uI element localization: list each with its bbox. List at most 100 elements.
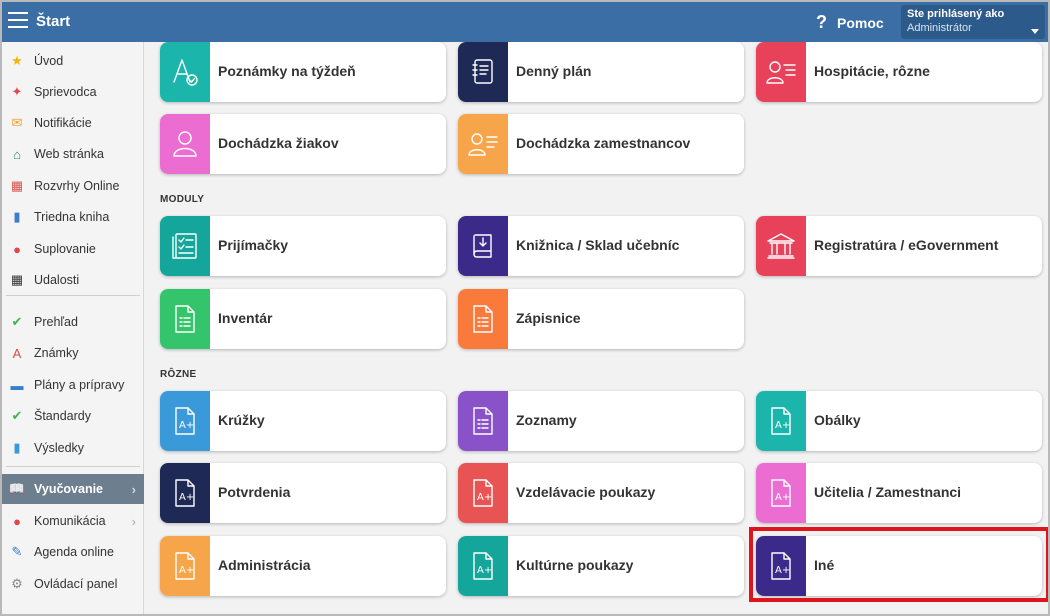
sidebar-divider (6, 466, 140, 467)
sidebar-item[interactable]: ▦ Udalosti (2, 265, 144, 295)
sidebar-item[interactable]: ▮ Triedna kniha (2, 202, 144, 232)
module-tile[interactable]: Knižnica / Sklad učebníc (458, 216, 744, 276)
sidebar-item-label: Komunikácia (34, 514, 106, 528)
sidebar-item[interactable]: ✦ Sprievodca (2, 77, 144, 107)
sidebar: ★ Úvod ✦ Sprievodca ✉ Notifikácie ⌂ Web stránka… (2, 42, 144, 614)
government-building-icon (756, 216, 806, 276)
home-icon: ⌂ (13, 146, 21, 162)
module-tile[interactable]: Registratúra / eGovernment (756, 216, 1042, 276)
tile-label: Zápisnice (516, 310, 581, 326)
presenter-icon (756, 42, 806, 102)
tile-label: Iné (814, 557, 835, 573)
tile-label: Vzdelávacie poukazy (516, 484, 656, 500)
svg-text:A+: A+ (179, 565, 194, 576)
sidebar-item[interactable]: 📖 Vyučovanie › (2, 474, 144, 504)
svg-text:A+: A+ (477, 565, 492, 576)
grade-doc-icon: A+ (458, 536, 508, 596)
planner-icon (458, 42, 508, 102)
tile-label: Obálky (814, 412, 861, 428)
module-tile[interactable]: Dochádzka žiakov (160, 114, 446, 174)
page-title: Štart (36, 13, 71, 30)
top-bar: Štart ? Pomoc Ste prihlásený ako Adminis… (2, 2, 1048, 42)
person-icon: ● (13, 241, 21, 257)
sidebar-item-label: Výsledky (34, 441, 85, 455)
envelope-icon: ✉ (11, 115, 23, 130)
sidebar-item[interactable]: ⚙ Ovládací panel (2, 569, 144, 599)
gear-icon: ⚙ (11, 576, 23, 591)
module-tile[interactable]: Hospitácie, rôzne (756, 42, 1042, 102)
grade-doc-icon: A+ (756, 536, 806, 596)
module-tile[interactable]: A+ Krúžky (160, 391, 446, 451)
check-circle-icon: ✔ (11, 314, 23, 329)
sidebar-item[interactable]: ● Suplovanie (2, 234, 144, 264)
tile-label: Prijímačky (218, 237, 289, 253)
sidebar-item[interactable]: ▦ Rozvrhy Online (2, 171, 144, 201)
sidebar-item[interactable]: ★ Úvod (2, 46, 144, 76)
module-tile[interactable]: A+ Potvrdenia (160, 463, 446, 523)
tile-label: Knižnica / Sklad učebníc (516, 237, 680, 253)
sidebar-item[interactable]: ▮ Výsledky (2, 433, 144, 463)
section-heading-rozne: RÔZNE (160, 369, 197, 380)
inventory-doc-icon (160, 289, 210, 349)
sidebar-item-label: Úvod (34, 54, 64, 68)
module-tile[interactable]: A+ Učitelia / Zamestnanci (756, 463, 1042, 523)
module-tile[interactable]: Zápisnice (458, 289, 744, 349)
tile-label: Krúžky (218, 412, 265, 428)
grade-doc-icon: A+ (756, 391, 806, 451)
open-book-icon: 📖 (8, 481, 26, 496)
chevron-right-icon: › (131, 481, 136, 497)
tile-label: Dochádzka žiakov (218, 135, 339, 151)
student-icon (160, 114, 210, 174)
sidebar-item-label: Ovládací panel (34, 577, 118, 591)
question-mark-icon: ? (816, 12, 827, 32)
module-tile[interactable]: A+ Obálky (756, 391, 1042, 451)
tile-label: Registratúra / eGovernment (814, 237, 999, 253)
module-tile[interactable]: A+ Vzdelávacie poukazy (458, 463, 744, 523)
sidebar-item-label: Triedna kniha (34, 210, 110, 224)
sidebar-item[interactable]: ● Komunikácia › (2, 506, 144, 536)
book-icon: ▮ (13, 209, 21, 224)
module-tile[interactable]: A+ Kultúrne poukazy (458, 536, 744, 596)
briefcase-icon: ▬ (10, 377, 24, 393)
sidebar-item-label: Štandardy (34, 409, 91, 423)
sidebar-item[interactable]: A Známky (2, 338, 144, 368)
tile-label: Administrácia (218, 557, 311, 573)
svg-text:A+: A+ (775, 420, 790, 431)
module-tile[interactable]: Inventár (160, 289, 446, 349)
star-icon: ★ (11, 53, 23, 68)
module-tile[interactable]: Prijímačky (160, 216, 446, 276)
module-tile[interactable]: Dochádzka zamestnancov (458, 114, 744, 174)
sidebar-item[interactable]: ✎ Agenda online (2, 537, 144, 567)
module-tile[interactable]: Denný plán (458, 42, 744, 102)
module-tile[interactable]: Zoznamy (458, 391, 744, 451)
user-menu[interactable]: Ste prihlásený ako Administrátor (901, 5, 1045, 39)
employee-icon (458, 114, 508, 174)
chevron-right-icon: › (131, 513, 136, 529)
sidebar-item-label: Sprievodca (34, 85, 97, 99)
grade-doc-icon: A+ (160, 536, 210, 596)
sidebar-item[interactable]: ▬ Plány a prípravy (2, 370, 144, 400)
sidebar-item[interactable]: ✔ Prehľad (2, 307, 144, 337)
sidebar-item[interactable]: ✔ Štandardy (2, 401, 144, 431)
hamburger-menu-icon[interactable] (8, 12, 28, 30)
minutes-doc-icon (458, 289, 508, 349)
grade-doc-icon: A+ (756, 463, 806, 523)
module-tile[interactable]: A+ Iné (756, 536, 1042, 596)
admission-form-icon (160, 216, 210, 276)
grade-doc-icon: A+ (160, 463, 210, 523)
svg-text:A+: A+ (179, 492, 194, 503)
help-button[interactable]: ? Pomoc (816, 12, 884, 33)
svg-text:A+: A+ (775, 492, 790, 503)
module-tile[interactable]: A+ Administrácia (160, 536, 446, 596)
app-window: Štart ? Pomoc Ste prihlásený ako Adminis… (0, 0, 1050, 616)
grade-doc-icon: A+ (160, 391, 210, 451)
sidebar-item-label: Notifikácie (34, 116, 92, 130)
module-tile[interactable]: Poznámky na týždeň (160, 42, 446, 102)
svg-text:A+: A+ (775, 565, 790, 576)
sidebar-item[interactable]: ✉ Notifikácie (2, 108, 144, 138)
sidebar-item-label: Rozvrhy Online (34, 179, 120, 193)
sidebar-item[interactable]: ⌂ Web stránka (2, 139, 144, 169)
tile-label: Inventár (218, 310, 273, 326)
caret-down-icon (1031, 29, 1039, 34)
user-label: Ste prihlásený ako (907, 8, 1005, 20)
